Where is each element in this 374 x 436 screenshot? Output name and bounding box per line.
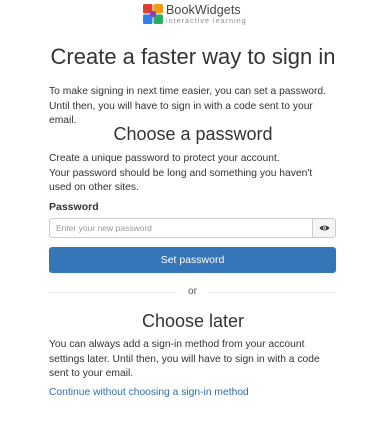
show-password-button[interactable] — [312, 219, 335, 237]
brand-logo: BookWidgets interactive learning — [142, 3, 247, 25]
password-description-line-2: Your password should be long and somethi… — [49, 167, 313, 194]
password-input[interactable] — [50, 219, 312, 237]
continue-without-sign-in-method-link[interactable]: Continue without choosing a sign-in meth… — [49, 386, 249, 400]
brand-name: BookWidgets — [166, 3, 241, 17]
password-description-line-1: Create a unique password to protect your… — [49, 153, 280, 164]
or-divider: or — [49, 285, 336, 299]
password-section-heading: Choose a password — [113, 124, 273, 144]
choose-later-description: You can always add a sign-in method from… — [49, 339, 320, 379]
password-description: Create a unique password to protect your… — [49, 152, 337, 196]
or-text: or — [188, 286, 197, 297]
brand-tagline: interactive learning — [166, 17, 247, 25]
bookwidgets-logo-icon — [143, 4, 163, 24]
password-input-group — [49, 218, 336, 238]
password-label: Password — [49, 201, 99, 213]
choose-later-heading: Choose later — [141, 311, 245, 331]
eye-icon — [319, 225, 329, 231]
page-title: Create a faster way to sign in — [50, 44, 336, 69]
set-password-button[interactable]: Set password — [49, 247, 336, 273]
